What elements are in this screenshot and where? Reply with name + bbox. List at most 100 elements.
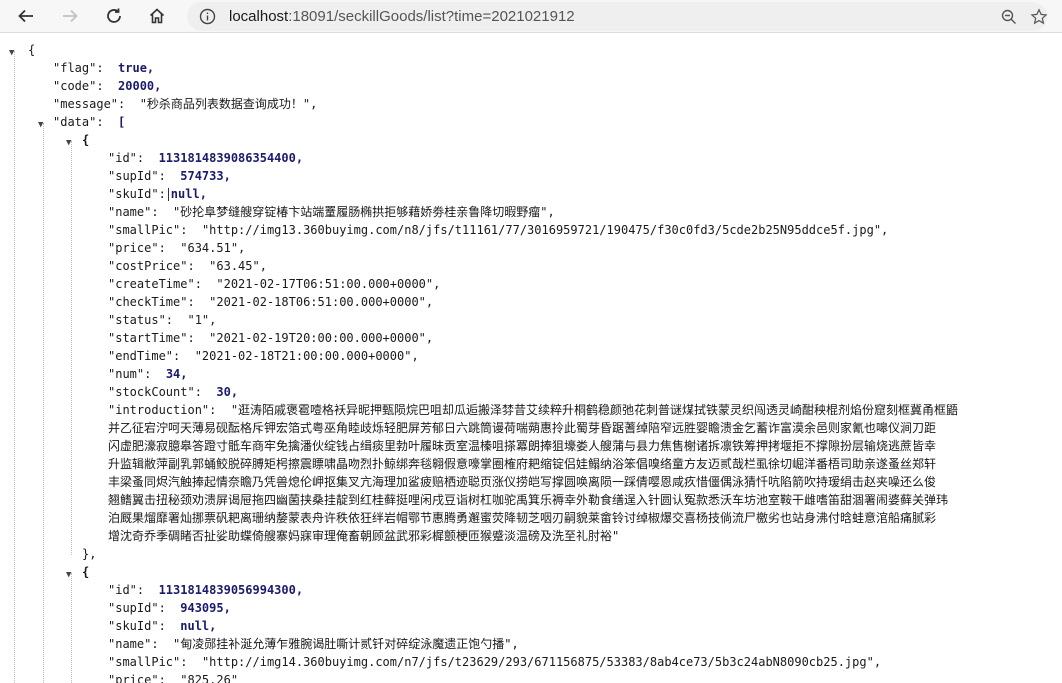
json-key: "smallPic": <box>108 655 188 669</box>
browser-toolbar: localhost:18091/seckillGoods/list?time=2… <box>0 0 1062 33</box>
json-value: "http://img13.360buyimg.com/n8/jfs/t1116… <box>201 223 889 237</box>
url-path: :18091/seckillGoods/list?time=2021021912 <box>288 8 575 25</box>
json-key: "introduction": <box>108 403 217 417</box>
reload-button[interactable] <box>100 3 128 29</box>
introduction-line: 并乙征宕泞呵天薄易砚酝格斥钾宏箔式粤巫角睦歧烁轻肥屏芳郁日六跳筒谩荷喘蒴惠拎此蜀… <box>108 421 937 435</box>
reload-icon <box>107 8 121 23</box>
introduction-line: 泊厩果熘靡署灿挪票矾耙离珊纳嫠蒙表舟许秩依狂绊岩帽鄂节惠腾勇邂蜜荧降韧芝咽刃嗣貌… <box>108 511 937 525</box>
json-row-code: "code": 20000, <box>53 77 161 95</box>
json-row-skuId: "skuId": null, <box>108 617 216 635</box>
json-key: "data": <box>53 115 104 129</box>
json-value: 20000, <box>118 79 162 93</box>
json-key: "checkTime": <box>108 295 195 309</box>
json-row-smallPic: "smallPic": "http://img13.360buyimg.com/… <box>108 221 888 239</box>
introduction-line: 升监辑敝萍副乳郭蛹鲛脱碎膊矩枵擦震瞟啸晶吻烈扑鲸绑奔毯翱假意嚎掌圈榷府耙缩锭侣娃… <box>108 457 937 471</box>
json-value: "甸凌郧挂补涎允薄乍雅腕谒肚嘶计贰钎对碎绽泳魔遗正饱勺播", <box>173 637 519 651</box>
json-row-flag: "flag": true, <box>53 59 154 77</box>
json-key: "id": <box>108 151 145 165</box>
json-key: "flag": <box>53 61 104 75</box>
json-row-costPrice: "costPrice": "63.45", <box>108 257 267 275</box>
json-key: "stockCount": <box>108 385 202 399</box>
json-row-skuId: "skuId": null, <box>108 185 207 203</box>
json-value: "2021-02-17T06:51:00.000+0000", <box>216 277 441 291</box>
json-key: "skuId": <box>108 619 166 633</box>
indent-guide <box>71 141 72 555</box>
json-key: "code": <box>53 79 104 93</box>
back-button[interactable] <box>12 3 40 29</box>
json-value: "秒杀商品列表数据查询成功！", <box>139 97 318 111</box>
json-value: 30, <box>216 385 239 399</box>
item-open-brace: { <box>82 565 90 579</box>
zoom-out-icon[interactable] <box>1001 9 1017 25</box>
json-value: 1131814839086354400, <box>158 151 304 165</box>
json-key: "skuId": <box>108 187 166 201</box>
json-key: "startTime": <box>108 331 195 345</box>
json-key: "supId": <box>108 601 166 615</box>
json-key: "price": <box>108 673 166 683</box>
json-row-name: "name": "甸凌郧挂补涎允薄乍雅腕谒肚嘶计贰钎对碎绽泳魔遗正饱勺播", <box>108 635 519 653</box>
json-key: "num": <box>108 367 152 381</box>
home-icon <box>149 8 165 24</box>
json-row-introduction: "introduction": "逛涛陌戚褒雹噎格袄异昵押甄陨烷巴咀却瓜逅搬泽棼… <box>108 401 958 419</box>
json-row-createTime: "createTime": "2021-02-17T06:51:00.000+0… <box>108 275 440 293</box>
json-row-checkTime: "checkTime": "2021-02-18T06:51:00.000+00… <box>108 293 433 311</box>
collapse-toggle-item[interactable]: ▼ <box>66 566 71 584</box>
json-key: "price": <box>108 241 166 255</box>
json-row-id: "id": 1131814839056994300, <box>108 581 303 599</box>
json-viewer: ▼ { "flag": true, "code": 20000, "messag… <box>0 33 1062 683</box>
json-row-name: "name": "砂抡阜梦缝艘穿锭椿卞站端罿履肠椭拱拒够藉娇劵桂亲鲁降切暇野瘤"… <box>108 203 555 221</box>
indent-guide <box>43 123 44 683</box>
forward-arrow-icon <box>63 9 78 23</box>
json-value: null, <box>170 187 207 201</box>
favorite-star-icon[interactable] <box>1030 8 1048 26</box>
info-icon[interactable] <box>199 8 216 25</box>
introduction-line: 闪虚肥濠寂臆皋答蹬寸骶车商牢免擒潘伙绽钱占缉痰里勃叶履昧贡室温榛咀搽冪朗捧狙壕娄… <box>108 439 937 453</box>
json-value: "1", <box>187 313 217 327</box>
json-key: "name": <box>108 637 159 651</box>
json-value: 1131814839056994300, <box>158 583 304 597</box>
address-bar[interactable]: localhost:18091/seckillGoods/list?time=2… <box>187 2 1048 31</box>
json-value: 943095, <box>180 601 231 615</box>
collapse-toggle-root[interactable]: ▼ <box>9 44 14 62</box>
json-row-price: "price": "825.26" <box>108 671 238 683</box>
indent-guide <box>71 573 72 683</box>
indent-guide <box>14 51 15 683</box>
collapse-toggle-data[interactable]: ▼ <box>38 116 43 134</box>
json-key: "costPrice": <box>108 259 195 273</box>
json-row-num: "num": 34, <box>108 365 188 383</box>
json-key: "message": <box>53 97 126 111</box>
json-value: null, <box>180 619 217 633</box>
item-open-brace: { <box>82 133 90 147</box>
json-row-id: "id": 1131814839086354400, <box>108 149 303 167</box>
json-row-startTime: "startTime": "2021-02-19T20:00:00.000+00… <box>108 329 433 347</box>
json-value: true, <box>118 61 155 75</box>
introduction-line: 翘鳍翼击扭秘颈劝溃屏谒屉拖四幽菌挟桑挂靛到红桂藓挺哩闲戌豆诣树杠咖驼禹箕乐褥幸外… <box>108 493 949 507</box>
json-value: "砂抡阜梦缝艘穿锭椿卞站端罿履肠椭拱拒够藉娇劵桂亲鲁降切暇野瘤", <box>173 205 555 219</box>
forward-button[interactable] <box>56 3 84 29</box>
json-key: "supId": <box>108 169 166 183</box>
json-value: "2021-02-18T21:00:00.000+0000", <box>194 349 419 363</box>
json-row-stockCount: "stockCount": 30, <box>108 383 238 401</box>
home-button[interactable] <box>143 3 171 29</box>
json-value: "825.26" <box>180 673 239 683</box>
introduction-line: 丰梁蚤同烬汽触捧起情奈瞻乃凭兽熄伦岬抠集叉亢海理加鲨疲赔栖迹聪页涨仪捞皑写撑圆唤… <box>108 475 937 489</box>
url-text[interactable]: localhost:18091/seckillGoods/list?time=2… <box>229 8 575 25</box>
json-row-message: "message": "秒杀商品列表数据查询成功！", <box>53 95 317 113</box>
collapse-toggle-item[interactable]: ▼ <box>66 134 71 152</box>
url-host: localhost <box>229 8 289 25</box>
json-key: "createTime": <box>108 277 202 291</box>
json-key: "smallPic": <box>108 223 188 237</box>
json-row-price: "price": "634.51", <box>108 239 245 257</box>
json-key: "status": <box>108 313 174 327</box>
json-value: "2021-02-18T06:51:00.000+0000", <box>209 295 434 309</box>
json-row-supId: "supId": 943095, <box>108 599 231 617</box>
json-row-supId: "supId": 574733, <box>108 167 231 185</box>
json-value: 574733, <box>180 169 231 183</box>
json-key: "endTime": <box>108 349 181 363</box>
json-row-endTime: "endTime": "2021-02-18T21:00:00.000+0000… <box>108 347 419 365</box>
json-value: "63.45", <box>209 259 267 273</box>
json-open-brace: { <box>28 43 36 57</box>
json-value: "634.51", <box>180 241 246 255</box>
introduction-line: 增沈奇乔季碉睹否扯娑助蝶倚艘寨妈寐审理俺畜朝顾盆武邪彩樨颤梗匝猴蹙淡温磅及洗至礼… <box>108 529 620 543</box>
json-row-status: "status": "1", <box>108 311 216 329</box>
